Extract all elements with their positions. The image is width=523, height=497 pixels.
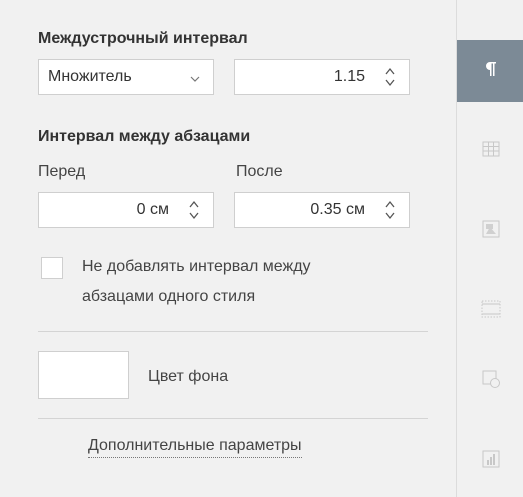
paragraph-spacing-heading: Интервал между абзацами xyxy=(38,128,251,145)
tab-chart[interactable] xyxy=(457,430,523,492)
tab-paragraph[interactable] xyxy=(457,40,523,102)
no-spacing-checkbox-label-line2[interactable]: абзацами одного стиля xyxy=(82,288,255,306)
no-spacing-checkbox-label-line1[interactable]: Не добавлять интервал между xyxy=(82,258,311,276)
chart-icon xyxy=(482,450,500,473)
right-sidebar xyxy=(456,0,523,497)
tab-table[interactable] xyxy=(457,120,523,182)
spacing-before-input[interactable]: 0 см xyxy=(38,192,214,228)
chevron-down-icon xyxy=(189,71,201,89)
background-color-label: Цвет фона xyxy=(148,368,229,385)
spinner-arrows-icon[interactable] xyxy=(185,197,203,223)
tab-image[interactable] xyxy=(457,200,523,262)
advanced-settings-link[interactable]: Дополнительные параметры xyxy=(88,437,302,458)
background-color-picker[interactable] xyxy=(38,351,129,399)
paragraph-settings-panel: Междустрочный интервал Множитель 1.15 Ин… xyxy=(0,0,456,497)
spinner-arrows-icon[interactable] xyxy=(381,197,399,223)
tab-shape[interactable] xyxy=(457,350,523,412)
spacing-before-value: 0 см xyxy=(136,201,169,218)
paragraph-icon xyxy=(484,61,498,82)
header-footer-icon xyxy=(481,300,501,323)
spacing-after-value: 0.35 см xyxy=(310,201,365,218)
line-spacing-mode-select[interactable]: Множитель xyxy=(38,59,214,95)
line-spacing-value: 1.15 xyxy=(333,68,365,85)
no-spacing-same-style-checkbox[interactable] xyxy=(41,257,63,279)
line-spacing-value-input[interactable]: 1.15 xyxy=(234,59,410,95)
divider xyxy=(38,418,428,419)
tab-header-footer[interactable] xyxy=(457,280,523,342)
divider xyxy=(38,331,428,332)
before-label: Перед xyxy=(38,163,86,180)
shape-icon xyxy=(481,369,501,394)
spinner-arrows-icon[interactable] xyxy=(381,64,399,90)
image-icon xyxy=(482,220,500,243)
spacing-after-input[interactable]: 0.35 см xyxy=(234,192,410,228)
after-label: После xyxy=(236,163,283,180)
line-spacing-heading: Междустрочный интервал xyxy=(38,30,248,47)
line-spacing-mode-value: Множитель xyxy=(48,68,132,85)
table-icon xyxy=(482,141,500,162)
